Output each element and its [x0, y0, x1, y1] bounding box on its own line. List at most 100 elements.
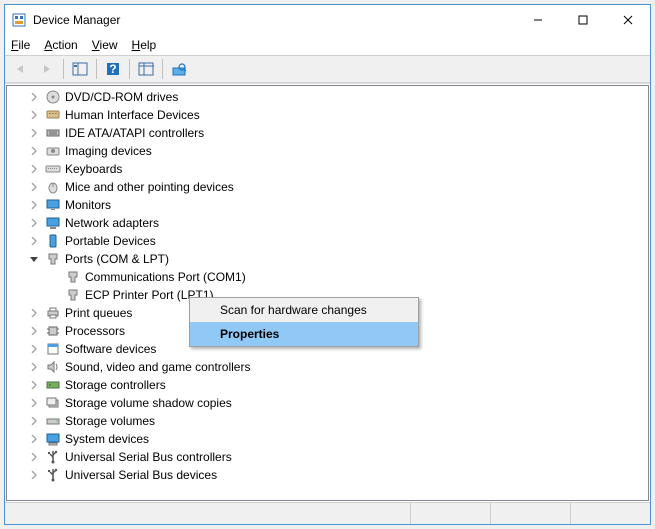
keyboard-icon — [45, 161, 61, 177]
expand-icon[interactable] — [27, 162, 41, 176]
expand-icon[interactable] — [27, 414, 41, 428]
cpu-icon — [45, 323, 61, 339]
expand-icon[interactable] — [27, 432, 41, 446]
tree-label: DVD/CD-ROM drives — [65, 90, 178, 104]
titlebar: Device Manager — [5, 5, 650, 35]
tree-label: Human Interface Devices — [65, 108, 200, 122]
tree-label: Mice and other pointing devices — [65, 180, 234, 194]
help-button[interactable]: ? — [101, 58, 125, 80]
expand-icon[interactable] — [27, 198, 41, 212]
status-segment — [410, 503, 490, 524]
status-segment — [570, 503, 650, 524]
storage-ctl-icon — [45, 377, 61, 393]
tree-node-usbctl[interactable]: Universal Serial Bus controllers — [7, 448, 648, 466]
show-hide-tree-button[interactable] — [68, 58, 92, 80]
properties-toolbar-button[interactable] — [134, 58, 158, 80]
tree-label: Processors — [65, 324, 125, 338]
expand-icon[interactable] — [27, 396, 41, 410]
scan-hardware-button[interactable] — [167, 58, 191, 80]
tree-node-storagectl[interactable]: Storage controllers — [7, 376, 648, 394]
usb-icon — [45, 467, 61, 483]
mouse-icon — [45, 179, 61, 195]
tree-label: Network adapters — [65, 216, 159, 230]
tree-label: Universal Serial Bus devices — [65, 468, 217, 482]
tree-label: Print queues — [65, 306, 132, 320]
status-segment — [490, 503, 570, 524]
tree-node-monitors[interactable]: Monitors — [7, 196, 648, 214]
ctx-scan-hardware[interactable]: Scan for hardware changes — [190, 298, 418, 322]
printer-icon — [45, 305, 61, 321]
app-icon — [11, 12, 27, 28]
tree-node-dvd[interactable]: DVD/CD-ROM drives — [7, 88, 648, 106]
tree-node-portable[interactable]: Portable Devices — [7, 232, 648, 250]
tree-label: Sound, video and game controllers — [65, 360, 250, 374]
tree-node-system[interactable]: System devices — [7, 430, 648, 448]
minimize-button[interactable] — [515, 5, 560, 35]
expand-icon[interactable] — [27, 216, 41, 230]
device-manager-window: Device Manager File Action View Help ? — [4, 4, 651, 525]
usb-icon — [45, 449, 61, 465]
menu-view[interactable]: View — [92, 38, 118, 52]
expand-icon[interactable] — [27, 360, 41, 374]
menu-help[interactable]: Help — [132, 38, 157, 52]
collapse-icon[interactable] — [27, 252, 41, 266]
toolbar-separator — [162, 59, 163, 79]
device-tree[interactable]: DVD/CD-ROM drives Human Interface Device… — [6, 85, 649, 501]
maximize-button[interactable] — [560, 5, 605, 35]
tree-label: Keyboards — [65, 162, 122, 176]
tree-node-network[interactable]: Network adapters — [7, 214, 648, 232]
tree-node-ports[interactable]: Ports (COM & LPT) — [7, 250, 648, 268]
expand-icon[interactable] — [27, 450, 41, 464]
menu-action[interactable]: Action — [44, 38, 77, 52]
context-menu: Scan for hardware changes Properties — [189, 297, 419, 347]
port-icon — [65, 287, 81, 303]
expand-icon[interactable] — [27, 306, 41, 320]
tree-node-mice[interactable]: Mice and other pointing devices — [7, 178, 648, 196]
expand-icon[interactable] — [27, 378, 41, 392]
tree-node-sound[interactable]: Sound, video and game controllers — [7, 358, 648, 376]
tree-label: Portable Devices — [65, 234, 156, 248]
dvd-icon — [45, 89, 61, 105]
system-icon — [45, 431, 61, 447]
tree-label: Storage controllers — [65, 378, 166, 392]
tree-node-ide[interactable]: IDE ATA/ATAPI controllers — [7, 124, 648, 142]
monitor-icon — [45, 197, 61, 213]
expand-icon[interactable] — [27, 342, 41, 356]
tree-node-usbdev[interactable]: Universal Serial Bus devices — [7, 466, 648, 484]
forward-button — [35, 58, 59, 80]
tree-node-shadow[interactable]: Storage volume shadow copies — [7, 394, 648, 412]
expand-icon[interactable] — [27, 126, 41, 140]
tree-label: Imaging devices — [65, 144, 152, 158]
expand-icon[interactable] — [27, 324, 41, 338]
spacer-icon — [47, 288, 61, 302]
tree-node-volumes[interactable]: Storage volumes — [7, 412, 648, 430]
tree-label: System devices — [65, 432, 149, 446]
toolbar: ? — [5, 55, 650, 83]
expand-icon[interactable] — [27, 180, 41, 194]
tree-node-keyboards[interactable]: Keyboards — [7, 160, 648, 178]
port-icon — [45, 251, 61, 267]
imaging-icon — [45, 143, 61, 159]
tree-label: IDE ATA/ATAPI controllers — [65, 126, 204, 140]
toolbar-separator — [63, 59, 64, 79]
svg-text:?: ? — [109, 62, 116, 76]
tree-node-com1[interactable]: Communications Port (COM1) — [7, 268, 648, 286]
expand-icon[interactable] — [27, 234, 41, 248]
tree-node-hid[interactable]: Human Interface Devices — [7, 106, 648, 124]
expand-icon[interactable] — [27, 468, 41, 482]
tree-label: Storage volumes — [65, 414, 155, 428]
menu-file[interactable]: File — [11, 38, 30, 52]
tree-label: Monitors — [65, 198, 111, 212]
expand-icon[interactable] — [27, 108, 41, 122]
ide-icon — [45, 125, 61, 141]
ctx-properties[interactable]: Properties — [190, 322, 418, 346]
expand-icon[interactable] — [27, 90, 41, 104]
portable-icon — [45, 233, 61, 249]
expand-icon[interactable] — [27, 144, 41, 158]
software-icon — [45, 341, 61, 357]
back-button — [9, 58, 33, 80]
status-segment — [5, 503, 410, 524]
close-button[interactable] — [605, 5, 650, 35]
tree-node-imaging[interactable]: Imaging devices — [7, 142, 648, 160]
tree-label: Universal Serial Bus controllers — [65, 450, 232, 464]
